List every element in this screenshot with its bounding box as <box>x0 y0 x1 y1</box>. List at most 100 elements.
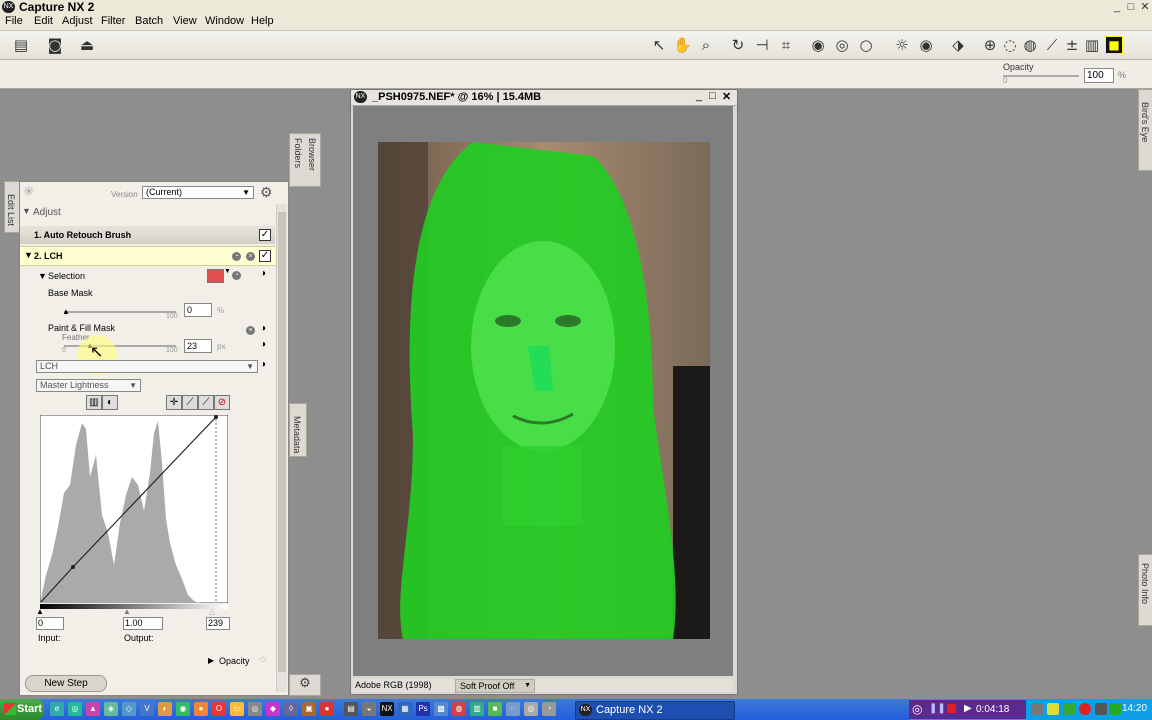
menu-edit[interactable]: Edit <box>34 15 53 27</box>
edit-list-tab-label[interactable]: Edit List <box>6 194 16 226</box>
color-control-point-icon[interactable]: ⊕ <box>981 36 999 54</box>
app-icon-9[interactable]: ▣ <box>302 702 316 716</box>
metadata-tab-label[interactable]: Metadata <box>292 416 302 454</box>
menu-view[interactable]: View <box>173 15 197 27</box>
network-icon[interactable]: ◎ <box>68 702 82 716</box>
birds-eye-tab[interactable]: Bird's Eye <box>1138 89 1152 171</box>
contrast-icon[interactable]: ◐ <box>102 395 118 410</box>
output-icon[interactable]: ⏏ <box>78 36 96 54</box>
base-mask-handle[interactable]: ▲ <box>62 307 70 316</box>
app-icon-11[interactable]: ▤ <box>344 702 358 716</box>
step-auto-retouch[interactable]: 1. Auto Retouch Brush ✓ <box>20 226 275 244</box>
selection-expand-icon[interactable]: ▼ <box>38 271 47 281</box>
version-select[interactable]: (Current) ▼ <box>142 186 254 199</box>
app-icon-10[interactable]: ● <box>320 702 334 716</box>
app-icon-16[interactable]: ▥ <box>470 702 484 716</box>
firefox-icon[interactable]: ● <box>194 702 208 716</box>
new-step-button[interactable]: New Step <box>25 675 107 692</box>
app-icon-8[interactable]: ◊ <box>284 702 298 716</box>
zoom-icon[interactable]: ⌕ <box>697 36 715 54</box>
tray-icon-2[interactable] <box>1047 703 1059 715</box>
curve-end-point[interactable] <box>214 415 218 419</box>
menu-adjust[interactable]: Adjust <box>62 15 93 27</box>
show-mask-icon[interactable]: ■ <box>1105 36 1123 54</box>
app-icon-1[interactable]: ◈ <box>104 702 118 716</box>
lch-enable-icon[interactable]: ◑ <box>260 359 266 370</box>
opacity-dial-icon[interactable]: ◔ <box>232 252 241 261</box>
app-icon-18[interactable]: ◌ <box>506 702 520 716</box>
histogram-icon[interactable]: ▥ <box>86 395 102 410</box>
photoshop-icon[interactable]: Ps <box>416 702 430 716</box>
app-icon-19[interactable]: ◎ <box>524 702 538 716</box>
menu-window[interactable]: Window <box>205 15 244 27</box>
metadata-tab[interactable]: Metadata <box>289 403 307 457</box>
app-icon-15[interactable]: ◍ <box>452 702 466 716</box>
selection-reset-icon[interactable]: ◔ <box>232 271 241 280</box>
app-icon-6[interactable]: ◎ <box>248 702 262 716</box>
input-low-field[interactable]: 0 <box>36 617 64 630</box>
nx-icon[interactable]: NX <box>380 702 394 716</box>
base-mask-slider[interactable] <box>64 311 176 313</box>
panel-settings-gear-icon[interactable]: ⚙ <box>289 674 321 696</box>
brush-icon[interactable]: ⟋ <box>1043 36 1061 54</box>
opacity-expand-icon[interactable]: ▶ <box>208 656 214 665</box>
panel-scrollbar[interactable] <box>276 204 287 692</box>
lch-select[interactable]: LCH ▼ <box>36 360 258 373</box>
app-icon-20[interactable]: ◔ <box>542 702 556 716</box>
app-icon-13[interactable]: ▦ <box>398 702 412 716</box>
menu-help[interactable]: Help <box>251 15 274 27</box>
tray-icon-6[interactable] <box>1109 703 1121 715</box>
curve-graph[interactable] <box>40 415 228 603</box>
color-icon[interactable]: ▲ <box>86 702 100 716</box>
doc-restore-icon[interactable]: □ <box>709 90 716 102</box>
opacity-slider[interactable] <box>1003 75 1079 77</box>
hand-icon[interactable]: ✋ <box>673 36 692 54</box>
crop-icon[interactable]: ⌗ <box>777 36 795 54</box>
black-point-handle[interactable]: ▲ <box>36 607 44 616</box>
recorder-stop-icon[interactable] <box>947 704 956 713</box>
input-high-field[interactable]: 239 <box>206 617 230 630</box>
retouch-brush-icon[interactable]: ⬗ <box>949 36 967 54</box>
tray-icon-5[interactable] <box>1095 703 1107 715</box>
browser-folders-tab[interactable]: Folders Browser <box>289 133 321 187</box>
edit-list-tab[interactable]: Edit List <box>4 181 20 233</box>
image-window-titlebar[interactable]: NX _PSH0975.NEF* @ 16% | 15.4MB _ □ ✕ <box>351 90 737 106</box>
step-2-checkbox[interactable]: ✓ <box>259 250 271 262</box>
recorder-play-icon[interactable]: ▶ <box>964 703 972 714</box>
soft-proof-select[interactable]: Soft Proof Off ▼ <box>455 679 535 693</box>
opera-icon[interactable]: O <box>212 702 226 716</box>
fill-icon[interactable]: ± <box>1063 36 1081 54</box>
doc-close-icon[interactable]: ✕ <box>722 90 731 103</box>
photo-info-tab[interactable]: Photo Info <box>1138 554 1152 626</box>
ie-icon[interactable]: e <box>50 702 64 716</box>
channel-select[interactable]: Master Lightness ▼ <box>36 379 141 392</box>
feather-input[interactable]: 23 <box>184 339 212 353</box>
curve-pen-icon[interactable]: ⟋ <box>182 395 198 410</box>
photo-info-tab-label[interactable]: Photo Info <box>1140 563 1150 604</box>
curve-anchor-point[interactable] <box>71 565 75 569</box>
white-control-point-icon[interactable]: ○ <box>857 36 875 54</box>
reset-icon[interactable]: ⊘ <box>214 395 230 410</box>
menu-batch[interactable]: Batch <box>135 15 163 27</box>
gear-icon[interactable]: ⚙ <box>260 184 273 201</box>
delete-step-icon[interactable]: × <box>246 252 255 261</box>
taskbar-active-task[interactable]: NX Capture NX 2 <box>575 701 735 720</box>
gamma-field[interactable]: 1.00 <box>123 617 163 630</box>
tray-icon-4[interactable] <box>1079 703 1091 715</box>
workspace-icon[interactable]: ▤ <box>12 36 30 54</box>
selection-brush-icon[interactable]: ◍ <box>1021 36 1039 54</box>
app-icon-4[interactable]: ◐ <box>158 702 172 716</box>
feather-enable-icon[interactable]: ◑ <box>260 339 266 350</box>
red-eye-icon[interactable]: ☼ <box>893 36 911 54</box>
minimize-button[interactable]: _ <box>1110 0 1124 14</box>
menu-filter[interactable]: Filter <box>101 15 125 27</box>
neutral-control-point-icon[interactable]: ◎ <box>833 36 851 54</box>
rotate-icon[interactable]: ↻ <box>729 36 747 54</box>
folders-tab-label[interactable]: Folders <box>293 138 303 168</box>
app-icon-17[interactable]: ■ <box>488 702 502 716</box>
paint-fill-delete-icon[interactable]: × <box>246 326 255 335</box>
camera-icon[interactable]: ◙ <box>46 36 64 54</box>
close-button[interactable]: ✕ <box>1138 0 1152 14</box>
base-mask-input[interactable]: 0 <box>184 303 212 317</box>
eyedropper-icon[interactable]: ⟋ <box>198 395 214 410</box>
